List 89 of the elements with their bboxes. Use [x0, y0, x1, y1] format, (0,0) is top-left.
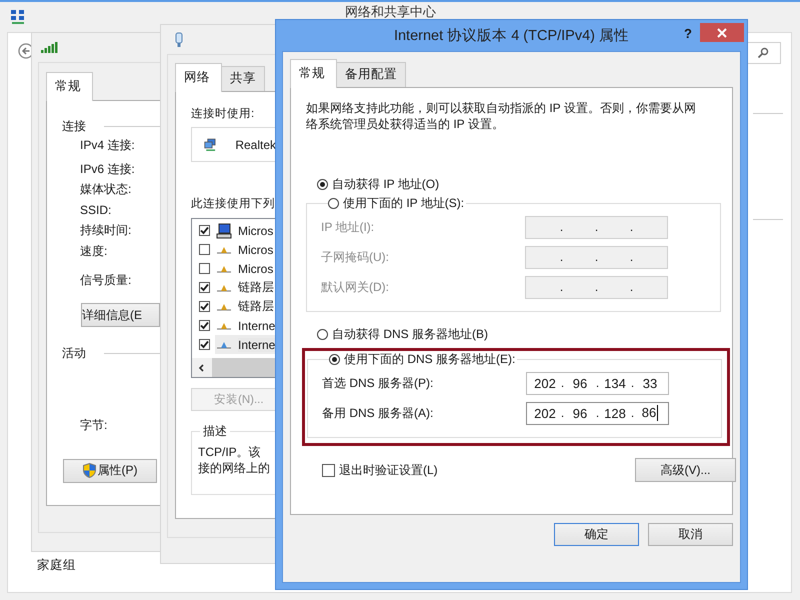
ok-button[interactable]: 确定	[554, 523, 639, 546]
radio-label[interactable]: 使用下面的 IP 地址(S):	[343, 195, 464, 212]
search-icon	[757, 47, 769, 59]
field-label: 默认网关(D):	[321, 278, 390, 296]
dialog-title: Internet 协议版本 4 (TCP/IPv4) 属性	[392, 26, 630, 45]
checkbox[interactable]	[199, 339, 210, 350]
field-label: 连接时使用:	[191, 106, 256, 121]
item-label: Micros	[238, 224, 274, 238]
field-label: IPv6 连接:	[80, 160, 136, 178]
section-heading: 活动	[62, 344, 86, 362]
network-icon	[10, 9, 26, 25]
help-button[interactable]: ?	[684, 26, 692, 41]
field-label: 媒体状态:	[80, 181, 132, 198]
checkbox[interactable]	[199, 263, 210, 274]
radio-label[interactable]: 自动获得 DNS 服务器地址(B)	[332, 326, 488, 343]
item-label: Micros	[238, 262, 274, 276]
protocol-icon	[216, 284, 232, 292]
item-label: Micros	[238, 242, 274, 256]
protocol-icon	[216, 264, 232, 272]
protocol-icon	[216, 322, 232, 330]
checkbox[interactable]	[199, 282, 210, 293]
chevron-left-icon[interactable]	[198, 364, 204, 372]
adapter-name: Realtek	[235, 138, 276, 152]
back-icon[interactable]	[18, 43, 34, 59]
radio-label[interactable]: 自动获得 IP 地址(O)	[332, 176, 440, 193]
item-label: 链路层	[238, 279, 274, 296]
checkbox[interactable]	[199, 225, 210, 236]
field-label: 子网掩码(U):	[321, 248, 390, 266]
field-label: IPv4 连接:	[80, 137, 136, 154]
radio-button[interactable]	[317, 329, 328, 340]
checkbox-label[interactable]: 退出时验证设置(L)	[339, 462, 438, 478]
field-label: SSID:	[80, 202, 112, 219]
shield-icon	[82, 463, 96, 478]
protocol-icon	[216, 340, 232, 348]
checkbox[interactable]	[199, 301, 210, 312]
tab[interactable]: 备用配置	[336, 62, 406, 87]
checkbox[interactable]	[322, 464, 335, 476]
scrollbar[interactable]	[192, 358, 276, 377]
advanced-button[interactable]: 高级(V)...	[635, 458, 736, 482]
field-label: 持续时间:	[80, 222, 132, 240]
intro-text: 如果网络支持此功能，则可以获取自动指派的 IP 设置。否则，你需要从网络系统管理员处获得适当的 IP 设置。	[306, 100, 697, 132]
group-title: 描述	[202, 423, 228, 440]
network-adapter-icon	[204, 136, 218, 154]
list-item[interactable]: Micros	[192, 240, 276, 259]
close-icon	[717, 28, 727, 38]
homegroup-link[interactable]: 家庭组	[37, 557, 76, 574]
section-heading: 连接	[62, 118, 86, 134]
signal-icon	[41, 42, 58, 53]
radio-label[interactable]: 使用下面的 DNS 服务器地址(E):	[344, 351, 516, 368]
close-button[interactable]	[700, 23, 744, 42]
properties-button[interactable]: 属性(P)	[63, 458, 157, 483]
checkbox[interactable]	[199, 244, 210, 255]
tab[interactable]: 常规	[46, 72, 93, 101]
protocol-icon	[216, 302, 232, 310]
item-label: 链路层	[238, 298, 274, 315]
item-label: Interne	[238, 338, 276, 352]
radio-button[interactable]	[317, 179, 328, 190]
list-item[interactable]: Micros	[192, 221, 276, 240]
cancel-button[interactable]: 取消	[648, 523, 733, 546]
field-label: 信号质量:	[80, 272, 132, 289]
radio-button[interactable]	[328, 198, 339, 209]
adapter-icon	[175, 32, 183, 48]
field-label: 备用 DNS 服务器(A):	[322, 404, 434, 422]
checkbox[interactable]	[199, 320, 210, 331]
ip-address-field[interactable]: . . .	[525, 276, 668, 298]
computer-icon	[216, 222, 232, 238]
window-title: 网络和共享中心	[345, 5, 436, 19]
field-label: 字节:	[80, 417, 108, 434]
item-label: Interne	[238, 318, 276, 332]
ip-address-field[interactable]: . . .	[525, 246, 668, 268]
description-text: 接的网络上的	[198, 460, 271, 476]
tab[interactable]: 共享	[221, 66, 265, 91]
radio-button[interactable]	[329, 354, 340, 365]
field-label: IP 地址(I):	[321, 218, 376, 236]
protocol-icon	[216, 246, 232, 254]
description-text: TCP/IP。该	[198, 444, 262, 460]
field-label: 首选 DNS 服务器(P):	[322, 374, 434, 392]
field-label: 速度:	[80, 242, 108, 260]
details-button[interactable]: 详细信息(E	[81, 303, 160, 328]
list-item[interactable]: 链路层	[192, 297, 276, 316]
ip-address-field[interactable]: . . .	[525, 216, 668, 238]
list-item[interactable]: Micros	[192, 259, 276, 278]
field-label: 此连接使用下列	[191, 196, 276, 211]
list-item[interactable]: Interne	[192, 316, 276, 335]
list-item[interactable]: 链路层	[192, 278, 276, 297]
dns-address-field[interactable]: 202 . 96 . 128 . 86	[526, 402, 669, 424]
tab[interactable]: 常规	[290, 59, 337, 88]
tab[interactable]: 网络	[175, 63, 222, 92]
dns-address-field[interactable]: 202 . 96 . 134 . 33	[526, 372, 669, 394]
